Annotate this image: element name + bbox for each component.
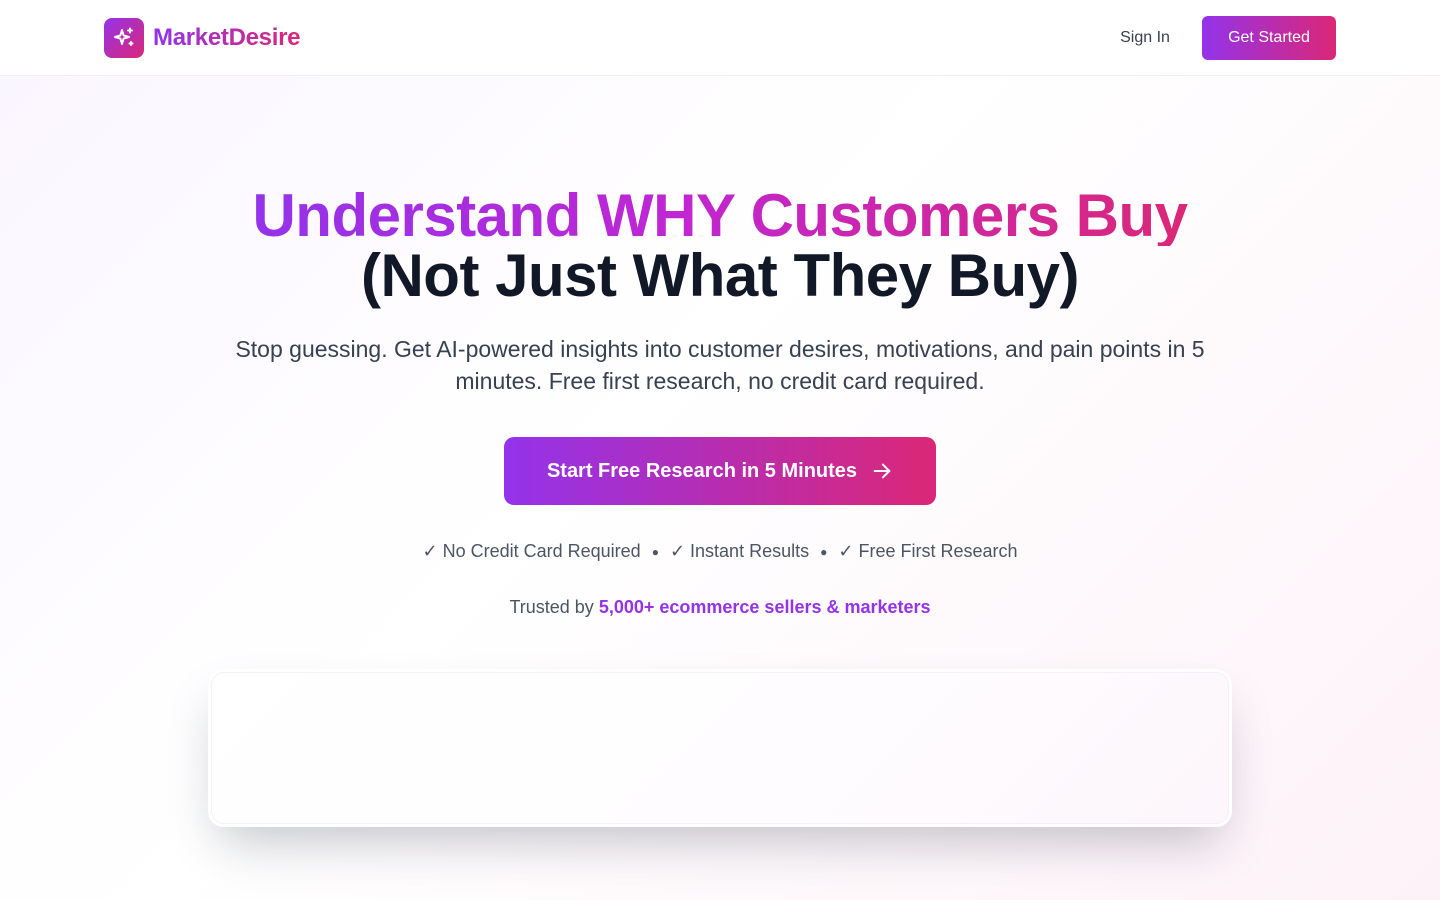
- get-started-button[interactable]: Get Started: [1202, 16, 1336, 60]
- arrow-right-icon: [873, 463, 891, 479]
- logo-badge: [104, 18, 144, 58]
- hero-subtitle: Stop guessing. Get AI-powered insights i…: [235, 336, 1205, 394]
- benefit-separator: ●: [651, 545, 659, 560]
- hero-title-secondary: (Not Just What They Buy): [361, 242, 1080, 309]
- brand-name: MarketDesire: [153, 24, 301, 51]
- product-preview-card: [208, 669, 1232, 827]
- benefit-item: ✓ Instant Results: [669, 541, 810, 561]
- benefit-item: ✓ No Credit Card Required: [422, 541, 641, 561]
- brand-link[interactable]: MarketDesire: [104, 18, 300, 58]
- sign-in-link[interactable]: Sign In: [1104, 16, 1186, 60]
- trusted-highlight: 5,000+ ecommerce sellers & marketers: [598, 597, 931, 617]
- start-free-research-label: Start Free Research in 5 Minutes: [546, 459, 858, 482]
- benefits-list: ✓ No Credit Card Required ● ✓ Instant Re…: [0, 539, 1440, 564]
- site-header: MarketDesire Sign In Get Started: [0, 0, 1440, 76]
- sparkles-icon: [114, 27, 134, 46]
- benefit-item: ✓ Free First Research: [838, 541, 1018, 561]
- start-free-research-button[interactable]: Start Free Research in 5 Minutes: [504, 437, 936, 505]
- hero-title-highlight: Understand WHY Customers Buy: [252, 182, 1188, 249]
- benefit-separator: ●: [820, 545, 828, 560]
- hero-title: Understand WHY Customers Buy (Not Just W…: [0, 186, 1440, 306]
- trusted-by-text: Trusted by 5,000+ ecommerce sellers & ma…: [0, 595, 1440, 619]
- trusted-prefix: Trusted by: [509, 597, 599, 617]
